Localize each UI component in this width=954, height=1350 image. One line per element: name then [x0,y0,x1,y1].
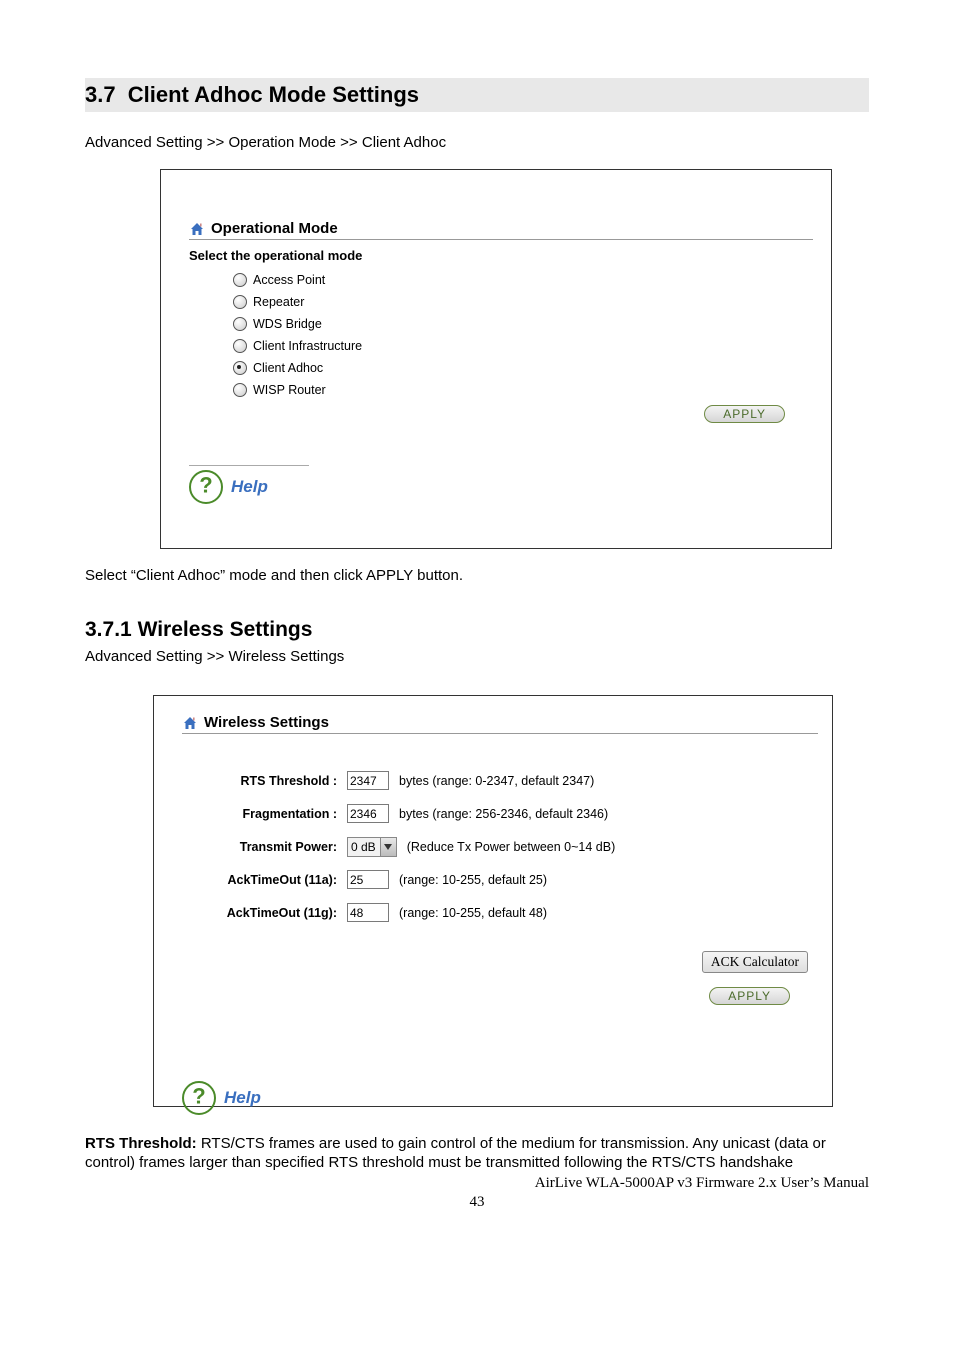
input-rts[interactable] [347,771,389,790]
row-fragmentation: Fragmentation : bytes (range: 256-2346, … [182,797,818,830]
radio-label: WISP Router [253,383,326,397]
input-ack-11g[interactable] [347,903,389,922]
radio-item-access-point[interactable]: Access Point [233,269,813,291]
radio-label: Client Adhoc [253,361,323,375]
radio-item-repeater[interactable]: Repeater [233,291,813,313]
hint-ack-11a: (range: 10-255, default 25) [399,873,547,887]
footer-text: AirLive WLA-5000AP v3 Firmware 2.x User’… [85,1175,869,1192]
sub-title: Wireless Settings [138,618,313,641]
radio-icon [233,339,247,353]
home-icon [182,715,198,731]
sub-number: 3.7.1 [85,618,132,641]
row-ack-11g: AckTimeOut (11g): (range: 10-255, defaul… [182,896,818,929]
body-rest: RTS/CTS frames are used to gain control … [85,1135,826,1171]
select-value: 0 dB [351,840,380,854]
hint-fragmentation: bytes (range: 256-2346, default 2346) [399,807,608,821]
radio-item-wisp-router[interactable]: WISP Router [233,379,813,401]
row-tx-power: Transmit Power: 0 dB (Reduce Tx Power be… [182,830,818,863]
breadcrumb: Advanced Setting >> Operation Mode >> Cl… [85,134,869,151]
section-number: 3.7 [85,82,122,107]
panel-title: Wireless Settings [204,714,329,731]
panel-title: Operational Mode [211,220,338,237]
input-ack-11a[interactable] [347,870,389,889]
caption-text: Select “Client Adhoc” mode and then clic… [85,567,869,584]
label-ack-11g: AckTimeOut (11g): [182,906,337,920]
radio-icon [233,317,247,331]
input-fragmentation[interactable] [347,804,389,823]
apply-button[interactable]: APPLY [709,987,790,1005]
chevron-down-icon [380,838,396,856]
radio-label: Repeater [253,295,304,309]
help-link[interactable]: Help [182,1077,818,1115]
radio-item-client-infrastructure[interactable]: Client Infrastructure [233,335,813,357]
radio-label: Client Infrastructure [253,339,362,353]
hint-ack-11g: (range: 10-255, default 48) [399,906,547,920]
row-rts: RTS Threshold : bytes (range: 0-2347, de… [182,764,818,797]
label-rts: RTS Threshold : [182,774,337,788]
help-link[interactable]: Help [189,465,309,504]
panel-title-row: Operational Mode [189,220,813,240]
radio-icon [233,273,247,287]
help-icon [182,1081,216,1115]
group-label: Select the operational mode [189,248,813,263]
radio-icon [233,361,247,375]
label-tx-power: Transmit Power: [182,840,337,854]
operational-mode-screenshot: Operational Mode Select the operational … [160,169,832,549]
radio-item-client-adhoc[interactable]: Client Adhoc [233,357,813,379]
ack-calculator-button[interactable]: ACK Calculator [702,951,808,973]
label-ack-11a: AckTimeOut (11a): [182,873,337,887]
apply-button[interactable]: APPLY [704,405,785,423]
help-label: Help [231,477,268,497]
wireless-settings-screenshot: Wireless Settings RTS Threshold : bytes … [153,695,833,1107]
row-ack-11a: AckTimeOut (11a): (range: 10-255, defaul… [182,863,818,896]
page-number: 43 [85,1194,869,1211]
radio-label: WDS Bridge [253,317,322,331]
label-fragmentation: Fragmentation : [182,807,337,821]
hint-rts: bytes (range: 0-2347, default 2347) [399,774,594,788]
section-heading: 3.7 Client Adhoc Mode Settings [85,78,869,112]
radio-icon [233,295,247,309]
body-paragraph: RTS Threshold: RTS/CTS frames are used t… [85,1135,869,1173]
panel-title-row: Wireless Settings [182,714,818,734]
hint-tx-power: (Reduce Tx Power between 0~14 dB) [407,840,616,854]
home-icon [189,221,205,237]
help-icon [189,470,223,504]
sub-heading: 3.7.1 Wireless Settings [85,618,869,642]
select-tx-power[interactable]: 0 dB [347,837,397,857]
radio-icon [233,383,247,397]
breadcrumb: Advanced Setting >> Wireless Settings [85,648,869,665]
radio-label: Access Point [253,273,325,287]
radio-item-wds-bridge[interactable]: WDS Bridge [233,313,813,335]
section-title: Client Adhoc Mode Settings [128,82,419,107]
help-label: Help [224,1088,261,1108]
radio-group: Access Point Repeater WDS Bridge Client … [233,269,813,401]
body-lead: RTS Threshold: [85,1135,197,1152]
